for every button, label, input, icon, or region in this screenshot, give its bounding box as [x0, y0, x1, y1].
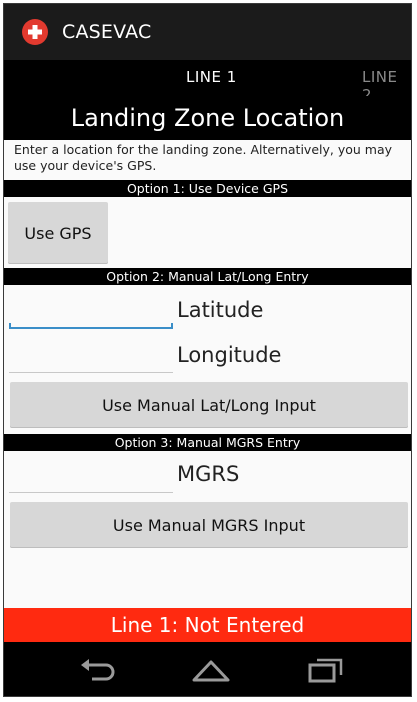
system-nav-bar [4, 642, 411, 696]
page-title: Landing Zone Location [4, 96, 411, 140]
device-frame: CASEVAC LINE 1 LINE 2 Landing Zone Locat… [3, 3, 412, 697]
use-gps-button[interactable]: Use GPS [8, 202, 108, 264]
form-content: Enter a location for the landing zone. A… [4, 140, 411, 608]
action-bar: CASEVAC [4, 4, 411, 60]
app-title: CASEVAC [62, 21, 152, 43]
mgrs-label: MGRS [177, 462, 240, 486]
recent-apps-icon[interactable] [306, 656, 346, 684]
intro-text: Enter a location for the landing zone. A… [14, 142, 393, 173]
status-bar: Line 1: Not Entered [4, 608, 411, 642]
option-3-header: Option 3: Manual MGRS Entry [4, 434, 411, 451]
latitude-input[interactable] [9, 323, 173, 329]
option-2-header: Option 2: Manual Lat/Long Entry [4, 268, 411, 285]
longitude-input[interactable] [9, 372, 173, 373]
option-1-header: Option 1: Use Device GPS [4, 180, 411, 197]
home-icon[interactable] [190, 656, 232, 684]
longitude-label: Longitude [177, 343, 282, 367]
use-manual-lat-long-button[interactable]: Use Manual Lat/Long Input [10, 382, 408, 428]
tab-strip: LINE 1 LINE 2 [4, 60, 411, 104]
back-icon[interactable] [78, 656, 118, 684]
latitude-label: Latitude [177, 298, 264, 322]
tab-line-1[interactable]: LINE 1 [186, 68, 237, 86]
mgrs-input[interactable] [9, 492, 173, 493]
red-cross-icon[interactable] [22, 19, 48, 45]
use-manual-mgrs-button[interactable]: Use Manual MGRS Input [10, 502, 408, 548]
